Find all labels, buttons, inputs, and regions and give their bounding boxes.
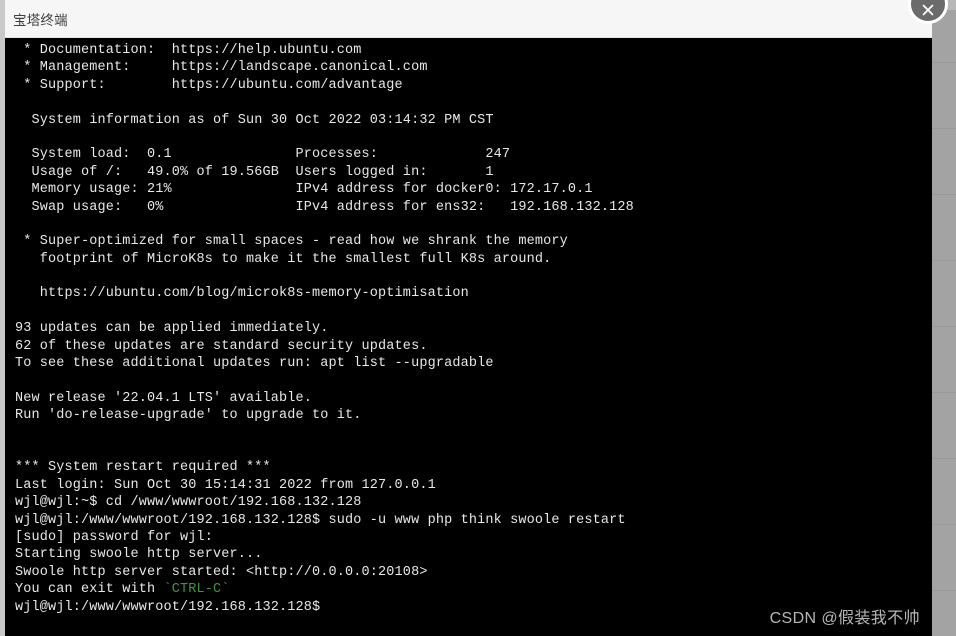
terminal-line: Swoole http server started: <http://0.0.…	[15, 564, 428, 580]
terminal-output-area[interactable]: * Documentation: https://help.ubuntu.com…	[5, 38, 932, 636]
exit-hint-text: You can exit with	[15, 582, 164, 598]
terminal-line: *** System restart required ***	[15, 460, 271, 476]
ctrl-c-keyword: `CTRL-C`	[163, 582, 230, 598]
terminal-line: https://ubuntu.com/blog/microk8s-memory-…	[15, 286, 469, 302]
terminal-line: To see these additional updates run: apt…	[15, 356, 494, 372]
scrollbar-notch	[932, 128, 956, 129]
page-left-gutter	[0, 0, 5, 636]
terminal-line: Memory usage: 21% IPv4 address for docke…	[15, 182, 593, 198]
terminal-line: [sudo] password for wjl:	[15, 529, 214, 545]
scrollbar-notch	[932, 194, 956, 195]
scrollbar-notch	[932, 590, 956, 591]
terminal-line: * Management: https://landscape.canonica…	[15, 60, 428, 76]
terminal-line: * Support: https://ubuntu.com/advantage	[15, 77, 403, 93]
terminal-line: * Documentation: https://help.ubuntu.com	[15, 43, 362, 58]
terminal-line: Run 'do-release-upgrade' to upgrade to i…	[15, 408, 362, 424]
terminal-line: System information as of Sun 30 Oct 2022…	[15, 112, 494, 128]
terminal-line: 93 updates can be applied immediately.	[15, 321, 329, 337]
terminal-line: New release '22.04.1 LTS' available.	[15, 390, 313, 406]
terminal-line: Last login: Sun Oct 30 15:14:31 2022 fro…	[15, 477, 436, 493]
scrollbar-notch	[932, 392, 956, 393]
terminal-line: footprint of MicroK8s to make it the sma…	[15, 251, 552, 267]
terminal-line: Usage of /: 49.0% of 19.56GB Users logge…	[15, 164, 494, 180]
terminal-line: Swap usage: 0% IPv4 address for ens32: 1…	[15, 199, 634, 215]
terminal-line: Starting swoole http server...	[15, 547, 263, 563]
terminal-line-exit-hint: You can exit with `CTRL-C`	[15, 581, 932, 598]
scrollbar-notch	[932, 458, 956, 459]
terminal-command-line: wjl@wjl:~$ cd /www/wwwroot/192.168.132.1…	[15, 495, 362, 511]
window-title: 宝塔终端	[13, 13, 68, 28]
terminal-line: 62 of these updates are standard securit…	[15, 338, 428, 354]
terminal-line: System load: 0.1 Processes: 247	[15, 147, 511, 163]
terminal-line: * Super-optimized for small spaces - rea…	[15, 234, 568, 250]
scrollbar-notch	[932, 524, 956, 525]
scrollbar-notch	[932, 260, 956, 261]
scrollbar-notch	[932, 326, 956, 327]
terminal-command-line: wjl@wjl:/www/wwwroot/192.168.132.128$ su…	[15, 512, 626, 528]
csdn-watermark: CSDN @假装我不帅	[769, 610, 920, 627]
page-scrollbar[interactable]	[932, 0, 956, 636]
terminal-window: 宝塔终端 * Documentation: https://help.ubunt…	[0, 0, 956, 636]
scrollbar-notch	[932, 62, 956, 63]
window-titlebar: 宝塔终端	[5, 0, 932, 38]
terminal-lines: * Documentation: https://help.ubuntu.com…	[15, 42, 932, 616]
